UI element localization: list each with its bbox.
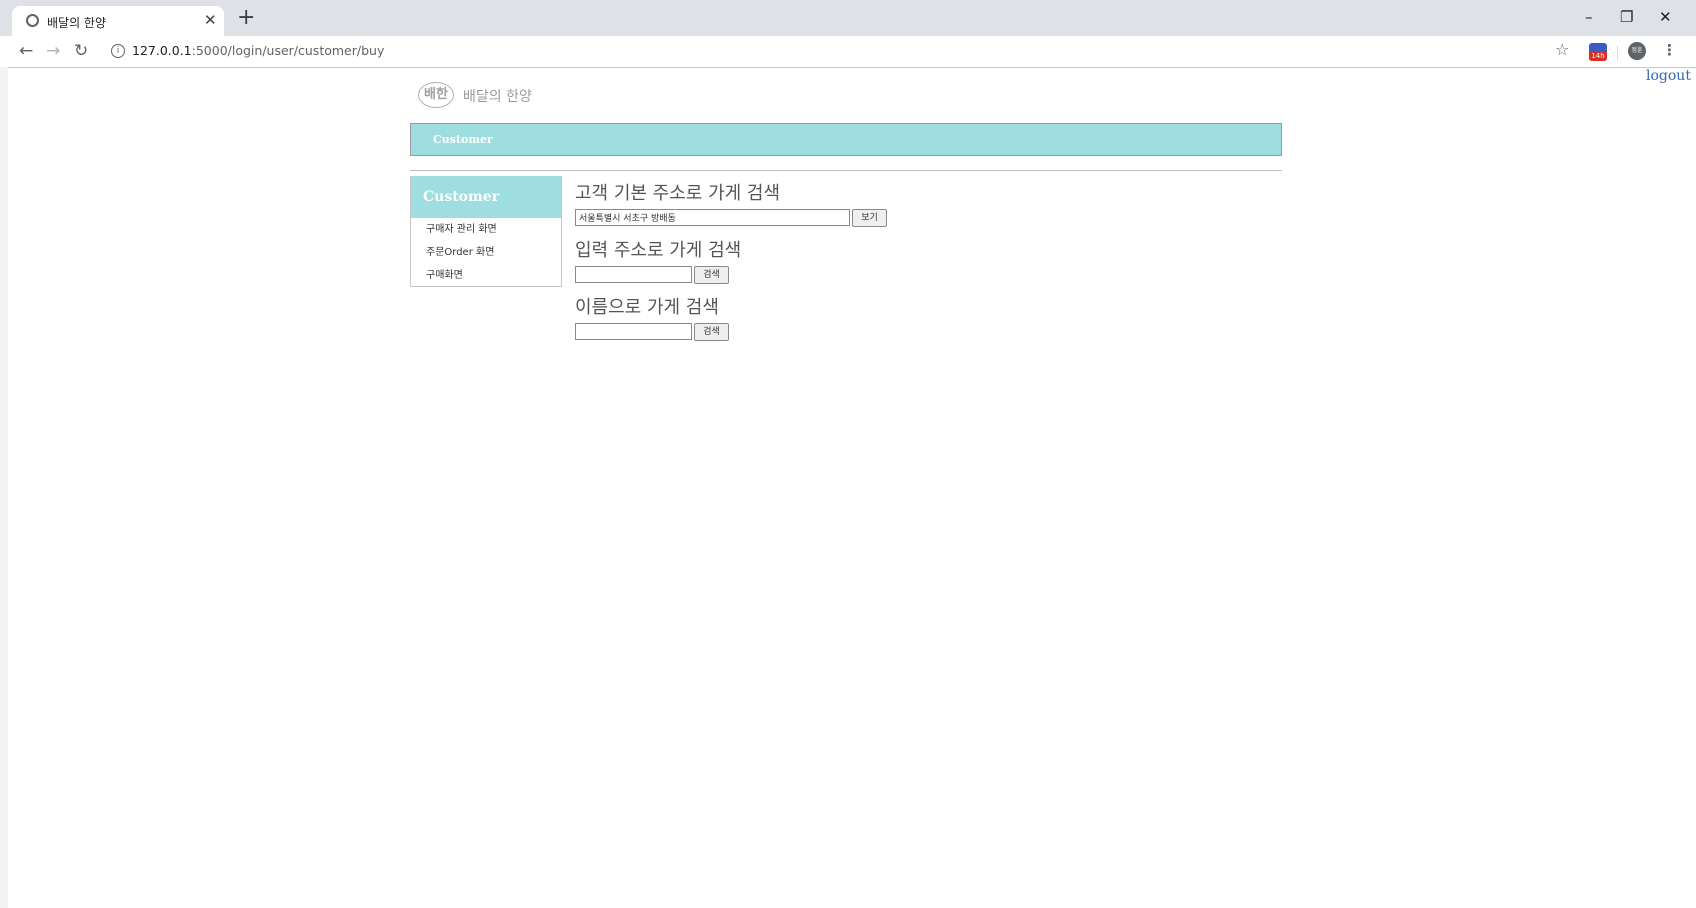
logo-mark: 배한 bbox=[418, 82, 454, 108]
restore-icon[interactable]: ❐ bbox=[1620, 7, 1633, 27]
window-left-edge bbox=[0, 67, 8, 908]
section-banner: Customer bbox=[410, 123, 1282, 156]
name-search-button[interactable]: 검색 bbox=[694, 323, 729, 341]
url-host: 127.0.0.1 bbox=[132, 43, 192, 58]
bookmark-star-icon[interactable]: ☆ bbox=[1555, 40, 1569, 59]
minimize-icon[interactable]: – bbox=[1585, 7, 1593, 27]
tab-title: 배달의 한양 bbox=[47, 16, 107, 30]
view-button[interactable]: 보기 bbox=[852, 209, 887, 227]
default-address-field[interactable] bbox=[575, 209, 850, 226]
browser-tab-strip: 배달의 한양 ✕ + – ❐ ✕ bbox=[0, 0, 1696, 36]
sidebar-item-purchase[interactable]: 구매화면 bbox=[411, 264, 561, 287]
address-search-input[interactable] bbox=[575, 266, 692, 283]
address-search-button[interactable]: 검색 bbox=[694, 266, 729, 284]
extension-icon[interactable]: 14h bbox=[1589, 43, 1607, 61]
window-close-icon[interactable]: ✕ bbox=[1659, 7, 1672, 27]
forward-icon[interactable]: → bbox=[46, 41, 60, 61]
address-bar[interactable]: 127.0.0.1:5000/login/user/customer/buy bbox=[132, 43, 384, 58]
logo-name: 배달의 한양 bbox=[463, 89, 532, 105]
browser-toolbar: ← → ↻ i 127.0.0.1:5000/login/user/custom… bbox=[0, 36, 1696, 68]
name-search-title: 이름으로 가게 검색 bbox=[575, 297, 719, 318]
info-icon[interactable]: i bbox=[111, 44, 125, 58]
divider bbox=[410, 170, 1282, 171]
sidebar-item-order[interactable]: 주문Order 화면 bbox=[411, 241, 561, 264]
name-search-input[interactable] bbox=[575, 323, 692, 340]
tab-close-icon[interactable]: ✕ bbox=[204, 11, 217, 29]
banner-label: Customer bbox=[433, 133, 493, 146]
toolbar-divider bbox=[1617, 46, 1618, 60]
back-icon[interactable]: ← bbox=[19, 41, 33, 61]
sidebar: Customer 구매자 관리 화면 주문Order 화면 구매화면 bbox=[410, 176, 562, 287]
default-address-search-title: 고객 기본 주소로 가게 검색 bbox=[575, 183, 781, 204]
browser-menu-icon[interactable]: ⋮ bbox=[1662, 41, 1677, 59]
profile-avatar[interactable]: 정훈 bbox=[1628, 42, 1646, 60]
sidebar-title: Customer bbox=[411, 176, 561, 218]
new-tab-button[interactable]: + bbox=[237, 7, 255, 29]
sidebar-item-buyer-management[interactable]: 구매자 관리 화면 bbox=[411, 218, 561, 241]
globe-icon bbox=[26, 14, 39, 27]
browser-tab[interactable]: 배달의 한양 ✕ bbox=[12, 6, 224, 36]
logout-link[interactable]: logout bbox=[1646, 68, 1691, 84]
input-address-search-title: 입력 주소로 가게 검색 bbox=[575, 240, 742, 261]
url-path: :5000/login/user/customer/buy bbox=[191, 43, 385, 58]
reload-icon[interactable]: ↻ bbox=[74, 41, 88, 61]
extension-badge: 14h bbox=[1589, 52, 1607, 61]
